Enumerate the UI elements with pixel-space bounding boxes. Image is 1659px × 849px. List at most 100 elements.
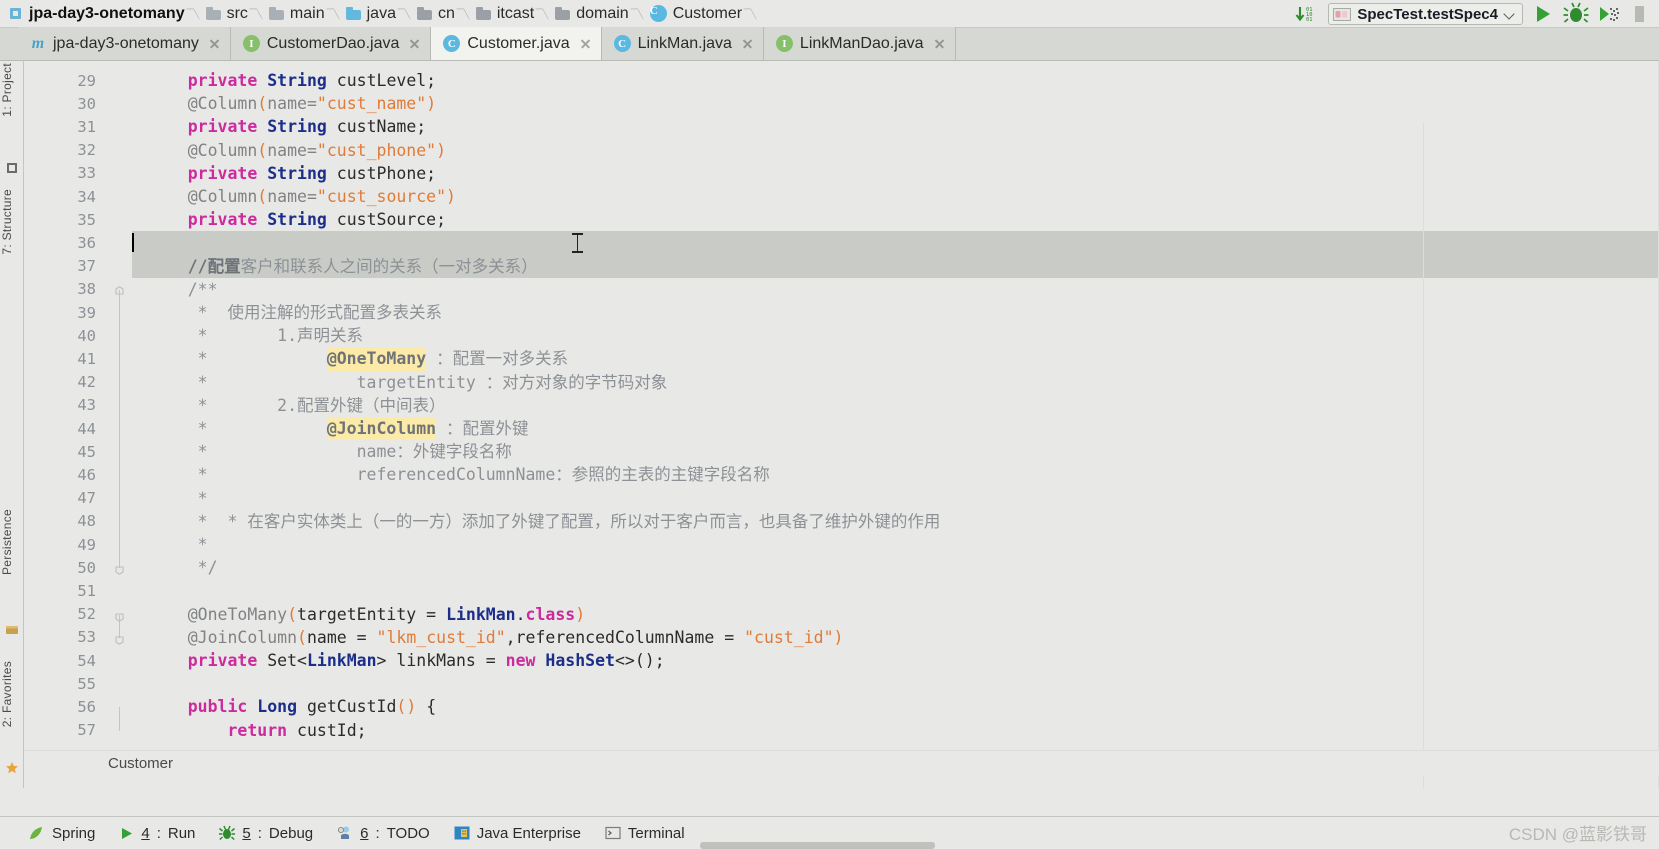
code-token: String — [267, 117, 327, 137]
line-number: 53 — [77, 628, 96, 647]
status-item-spring[interactable]: Spring — [28, 825, 95, 842]
tab-customer-java[interactable]: C Customer.java — [431, 27, 602, 60]
run-coverage-button[interactable] — [1596, 2, 1622, 26]
editor-gutter[interactable]: 29 30 31 32 33 34 35 36 37 38 39 40 41 42 43 44 45 46 47 48… — [24, 61, 108, 788]
status-item-todo[interactable]: 6: TODO — [337, 825, 430, 842]
tool-window-project[interactable]: 1: Project — [0, 63, 24, 117]
breadcrumb-item-itcast[interactable]: itcast — [470, 0, 536, 28]
debug-button[interactable] — [1563, 2, 1589, 26]
line-number: 54 — [77, 651, 96, 670]
line-number: 56 — [77, 697, 96, 716]
code-line[interactable]: return custId; — [148, 719, 366, 742]
code-token: ) — [446, 187, 456, 206]
breadcrumb-item-java[interactable]: java — [340, 0, 398, 28]
status-item-terminal[interactable]: Terminal — [605, 825, 685, 842]
code-token: "lkm_cust_id" — [376, 627, 506, 647]
code-line[interactable]: */ — [148, 556, 218, 579]
code-line[interactable]: private String custLevel; — [148, 69, 436, 92]
run-button[interactable] — [1530, 2, 1556, 26]
more-toolbar-icon[interactable] — [1629, 2, 1655, 26]
code-line[interactable]: * 1.声明关系 — [148, 324, 363, 347]
line-number: 46 — [77, 465, 96, 484]
breadcrumb-item-main[interactable]: main — [263, 0, 327, 28]
code-line[interactable]: * name：外键字段名称 — [148, 440, 512, 463]
tab-linkmandao-java[interactable]: I LinkManDao.java — [763, 27, 956, 60]
tab-label: LinkMan.java — [637, 34, 732, 52]
breadcrumb-item-cn[interactable]: cn — [411, 0, 457, 28]
tool-window-favorites[interactable]: 2: Favorites — [0, 661, 24, 727]
code-line[interactable]: * 使用注解的形式配置多表关系 — [148, 301, 442, 324]
tab-jpa-day3-onetomany[interactable]: m jpa-day3-onetomany — [18, 27, 231, 60]
code-line[interactable]: private String custPhone; — [148, 162, 436, 185]
code-line[interactable]: private Set < LinkMan > linkMans = new Hash… — [148, 649, 665, 672]
code-line[interactable]: * targetEntity ：对方对象的字节码对象 — [148, 371, 668, 394]
code-line[interactable]: /** — [148, 278, 218, 301]
code-line[interactable]: @JoinColumn(name = "lkm_cust_id", referen… — [148, 626, 844, 649]
code-line[interactable]: @Column(name= "cust_name") — [148, 92, 436, 115]
code-line[interactable]: * * 在客户实体类上（一的一方）添加了外键了配置，所以对于客户而言，也具备了维… — [148, 510, 941, 533]
code-line[interactable]: private String custName; — [148, 115, 426, 138]
horizontal-scrollbar[interactable] — [700, 842, 935, 849]
status-item-java-enterprise[interactable]: Java Enterprise — [454, 825, 581, 842]
code-token: HashSet — [545, 651, 615, 670]
fold-end-icon[interactable] — [114, 632, 125, 645]
code-token: custSource; — [326, 210, 447, 230]
code-line[interactable]: //配置 客户和联系人之间的关系（一对多关系） — [148, 255, 538, 278]
update-project-icon[interactable]: 01 10 01 — [1293, 4, 1321, 24]
close-icon[interactable] — [408, 37, 421, 50]
code-editor[interactable]: 29 30 31 32 33 34 35 36 37 38 39 40 41 42 43 44 45 46 47 48… — [24, 61, 1659, 788]
fold-end-icon[interactable] — [114, 562, 125, 576]
fold-start-icon[interactable] — [114, 284, 125, 295]
breadcrumb-item-src[interactable]: src — [200, 0, 250, 28]
spring-leaf-icon — [30, 827, 42, 839]
breadcrumb-item-customer[interactable]: C Customer — [644, 0, 744, 28]
status-item-debug[interactable]: 5: Debug — [219, 825, 313, 842]
breadcrumb-label: jpa-day3-onetomany — [29, 4, 185, 22]
code-folding-column[interactable] — [108, 61, 132, 788]
code-token: ( — [257, 187, 268, 206]
line-number: 40 — [77, 326, 96, 345]
tab-customerdao-java[interactable]: I CustomerDao.java — [230, 27, 432, 60]
code-line[interactable]: * @JoinColumn ：配置外键 — [148, 417, 529, 441]
code-token: > linkMans = — [376, 651, 506, 670]
code-line[interactable]: * — [148, 487, 208, 510]
code-line[interactable]: * 2.配置外键（中间表） — [148, 394, 446, 417]
editor-breadcrumb-bar[interactable]: Customer — [24, 750, 1659, 776]
tool-window-structure[interactable]: 7: Structure — [0, 189, 24, 255]
code-line[interactable]: @Column(name= "cust_phone") — [148, 139, 446, 162]
line-number: 42 — [77, 373, 96, 392]
status-item-run[interactable]: 4: Run — [119, 825, 195, 842]
breadcrumb-label: cn — [437, 4, 455, 22]
folder-blue-icon — [345, 7, 361, 20]
code-line[interactable]: * referencedColumnName：参照的主表的主键字段名称 — [148, 463, 770, 486]
code-line[interactable]: public Long getCustId() { — [148, 695, 436, 718]
code-line[interactable]: @Column(name= "cust_source") — [148, 185, 456, 208]
tool-window-persistence[interactable]: Persistence — [0, 509, 24, 575]
code-line[interactable]: private String custSource; — [148, 208, 446, 231]
code-line[interactable]: * @OneToMany ：配置一对多关系 — [148, 347, 568, 371]
close-icon[interactable] — [579, 37, 592, 50]
code-token: ( — [297, 627, 307, 647]
code-token: name= — [267, 94, 317, 114]
code-text-area[interactable]: private String custLevel; @Column(name= "… — [132, 61, 1659, 788]
code-line[interactable]: * — [148, 533, 208, 556]
chevron-down-icon[interactable] — [1504, 9, 1515, 20]
terminal-icon — [605, 826, 621, 840]
mouse-text-cursor — [572, 233, 583, 253]
code-line[interactable]: @OneToMany(targetEntity = LinkMan. class) — [148, 603, 585, 626]
breadcrumb-item-domain[interactable]: domain — [549, 0, 630, 28]
status-item-debug-accel: 5 — [242, 824, 251, 842]
run-configuration-selector[interactable]: SpecTest.testSpec4 — [1328, 3, 1523, 25]
fold-end-icon[interactable] — [114, 609, 125, 622]
folder-icon — [555, 7, 571, 20]
close-icon[interactable] — [933, 37, 946, 50]
line-number: 47 — [77, 489, 96, 508]
breadcrumb-item-jpa-day3-onetomany[interactable]: jpa-day3-onetomany — [4, 0, 187, 28]
line-number: 48 — [77, 512, 96, 531]
tab-linkman-java[interactable]: C LinkMan.java — [601, 27, 764, 60]
close-icon[interactable] — [208, 37, 221, 50]
close-icon[interactable] — [741, 37, 754, 50]
